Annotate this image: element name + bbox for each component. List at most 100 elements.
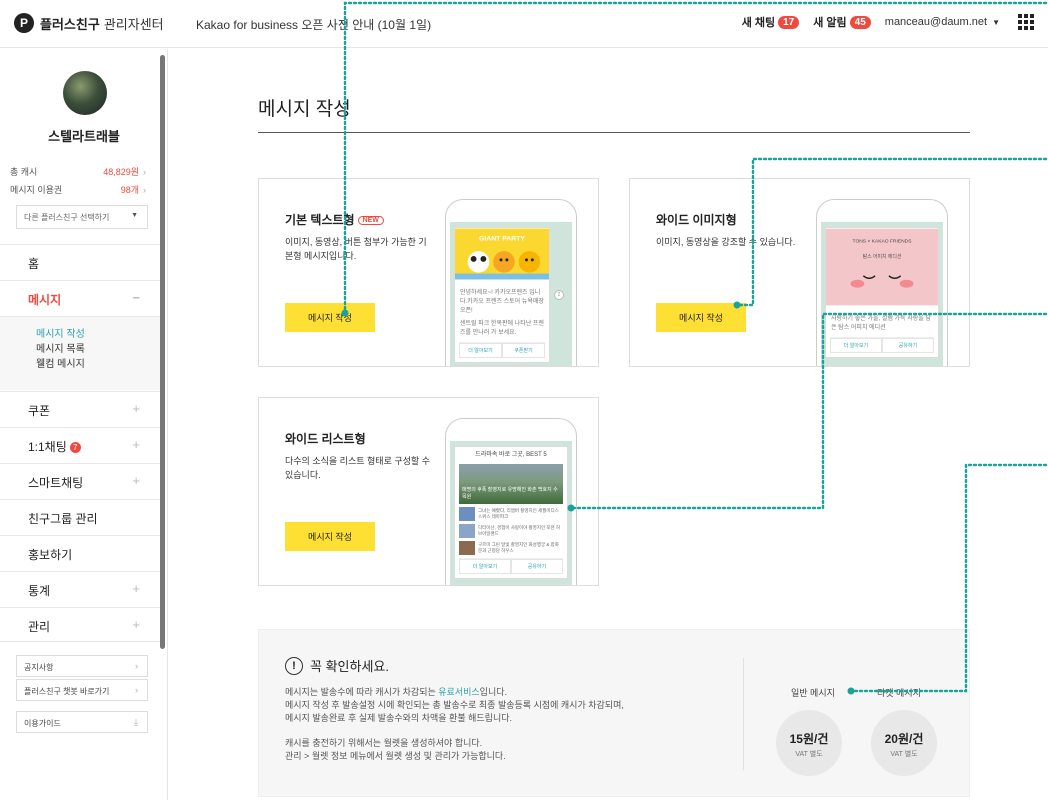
sidebar-item-label: 친구그룹 관리 bbox=[28, 512, 98, 526]
phone-screen: TONS × KAKAO FRIENDS 탐스 어피치 에디션 사랑하기 좋은 … bbox=[821, 222, 943, 366]
card-title: 와이드 리스트형 bbox=[285, 432, 366, 446]
voucher-value: 98개 bbox=[120, 185, 139, 195]
sidebar-item-label: 홈 bbox=[28, 257, 40, 271]
preview-buttons: 더 알아보기 공유하기 bbox=[830, 337, 934, 353]
preview-button-1: 더 알아보기 bbox=[830, 338, 882, 353]
guide-button-label: 이용가이드 bbox=[24, 719, 61, 728]
list-item-text: 닥터이산, 경험이 사랑이야 촬영지인 포천 허브아일랜드 bbox=[478, 525, 561, 536]
top-header: P 플러스친구 관리자센터 Kakao for business 오픈 사전 안… bbox=[0, 0, 1048, 48]
notice-button[interactable]: 공지사항 › bbox=[16, 655, 148, 677]
new-alert-count-badge: 45 bbox=[849, 15, 871, 29]
list-item-thumbnail bbox=[459, 541, 475, 555]
voucher-stat[interactable]: 메시지 이용권 98개 › bbox=[10, 183, 146, 196]
general-vat: VAT 별도 bbox=[795, 751, 823, 758]
voucher-label: 메시지 이용권 bbox=[10, 185, 63, 195]
sidebar-item-promote[interactable]: 홍보하기 bbox=[0, 535, 160, 570]
preview-hero-caption: 매명의 후폭 촬영지로 유명해진 화촌 백호지 수목원 bbox=[462, 487, 558, 500]
sidebar-item-friend-group[interactable]: 친구그룹 관리 bbox=[0, 499, 160, 534]
preview-text-1: 안녕하세요~! 카카오프렌즈 입니다.카카오 프렌즈 스토어 뉴욕매장 오픈! bbox=[460, 290, 544, 314]
compose-wide-image-button[interactable]: 메시지 작성 bbox=[656, 303, 746, 332]
list-item-thumbnail bbox=[459, 524, 475, 538]
list-item-text: 구르미 그린 달빛 촬영지인 화성행궁 & 함화문과 근정당 하우스 bbox=[478, 542, 559, 553]
preview-text-2: 센트럴 파크 한복판에 나타난 프렌즈를 만나러 가 보세요. bbox=[460, 321, 544, 336]
notice-text: 메시지는 발송수에 따라 캐시가 차감되는 bbox=[285, 687, 439, 697]
preview-message: TONS × KAKAO FRIENDS 탐스 어피치 에디션 사랑하기 좋은 … bbox=[825, 227, 939, 358]
expand-icon: + bbox=[132, 617, 140, 632]
notice-heading: ! 꼭 확인하세요. bbox=[285, 656, 389, 675]
sidebar-item-label: 홍보하기 bbox=[28, 548, 73, 562]
preview-banner-image: TONS × KAKAO FRIENDS 탐스 어피치 에디션 bbox=[826, 228, 938, 306]
preview-text-1: 사랑하기 좋은 가을, 설렘 가득 사랑을 담은 탐스 어피치 에디션 bbox=[831, 316, 931, 331]
notice-button-label: 공지사항 bbox=[24, 663, 54, 672]
notice-box: ! 꼭 확인하세요. 메시지는 발송수에 따라 캐시가 차감되는 유료서비스입니… bbox=[258, 629, 970, 797]
notice-line-2: 메시지 작성 후 발송설정 시에 확인되는 총 발송수로 최종 발송등록 시점에… bbox=[285, 700, 624, 710]
friend-select-dropdown[interactable]: 다른 플러스친구 선택하기 ▼ bbox=[16, 205, 148, 229]
notice-text: 입니다. bbox=[479, 687, 508, 697]
preview-buttons: 더 알아보기 쿠폰받기 bbox=[459, 342, 545, 358]
card-description: 이미지, 동영상을 강조할 수 있습니다. bbox=[656, 237, 796, 247]
preview-banner-image: GIANT PARTY bbox=[455, 228, 549, 280]
notice-line-4: 캐시를 충전하기 위해서는 월렛을 생성하셔야 합니다. bbox=[285, 738, 483, 748]
notice-line-3: 메시지 발송완료 후 실제 발송수와의 차액을 환불 해드립니다. bbox=[285, 713, 513, 723]
sidebar-item-home[interactable]: 홈 bbox=[0, 244, 160, 279]
submenu-item-welcome[interactable]: 웰컴 메시지 bbox=[36, 357, 160, 372]
preview-hero-image: 매명의 후폭 촬영지로 유명해진 화촌 백호지 수목원 bbox=[459, 464, 563, 504]
preview-banner-text: TONS × KAKAO FRIENDS bbox=[853, 238, 913, 244]
account-email: manceau@daum.net bbox=[884, 16, 988, 28]
expand-icon: + bbox=[132, 581, 140, 596]
compose-basic-button[interactable]: 메시지 작성 bbox=[285, 303, 375, 332]
collapse-icon: − bbox=[132, 290, 140, 305]
expand-icon: + bbox=[132, 401, 140, 416]
chevron-right-icon: › bbox=[135, 685, 138, 695]
sidebar-item-message[interactable]: 메시지 − bbox=[0, 280, 160, 315]
guide-download-button[interactable]: 이용가이드 ⤓ bbox=[16, 711, 148, 733]
expand-icon: + bbox=[132, 437, 140, 452]
chat-notification-dot: 7 bbox=[69, 442, 81, 453]
title-divider bbox=[258, 132, 970, 133]
app-grid-icon[interactable] bbox=[1018, 14, 1034, 30]
chevron-right-icon: › bbox=[135, 661, 138, 671]
account-dropdown[interactable]: manceau@daum.net ▼ bbox=[885, 16, 1000, 28]
page-title: 메시지 작성 bbox=[258, 99, 351, 120]
chevron-right-icon: › bbox=[143, 167, 146, 177]
submenu-item-list[interactable]: 메시지 목록 bbox=[36, 342, 160, 357]
new-alert-button[interactable]: 새 알림 45 bbox=[813, 14, 871, 30]
target-message-label: 타겟 메시지 bbox=[877, 688, 921, 698]
preview-button-1: 더 알아보기 bbox=[459, 343, 502, 358]
paid-service-link[interactable]: 유료서비스 bbox=[438, 687, 479, 697]
card-description: 이미지, 동영상, 버튼 첨부가 가능한 기본형 메시지입니다. bbox=[285, 237, 427, 261]
phone-preview: 드라마속 바로 그곳, BEST 5 매명의 후폭 촬영지로 유명해진 화촌 백… bbox=[445, 418, 577, 585]
new-badge: NEW bbox=[357, 216, 384, 225]
submenu-item-compose[interactable]: 메시지 작성 bbox=[36, 327, 160, 342]
exclamation-icon: ! bbox=[285, 656, 303, 675]
header-notice-link[interactable]: Kakao for business 오픈 사전 안내 (10월 1일) bbox=[196, 16, 431, 33]
sidebar-item-stats[interactable]: 통계 + bbox=[0, 571, 160, 606]
phone-screen: 드라마속 바로 그곳, BEST 5 매명의 후폭 촬영지로 유명해진 화촌 백… bbox=[450, 441, 572, 585]
card-wide-list: 와이드 리스트형 다수의 소식을 리스트 형태로 구성할 수 있습니다. 메시지… bbox=[258, 397, 599, 586]
logo[interactable]: P 플러스친구 관리자센터 bbox=[14, 13, 164, 33]
cash-stat[interactable]: 총 캐시 48,829원 › bbox=[10, 165, 146, 178]
download-icon: ⤓ bbox=[134, 717, 138, 727]
card-title: 와이드 이미지형 bbox=[656, 213, 737, 227]
general-price-badge: 15원/건 VAT 별도 bbox=[776, 710, 842, 776]
sidebar-item-manage[interactable]: 관리 + bbox=[0, 607, 160, 642]
preview-button-1: 더 알아보기 bbox=[459, 559, 511, 574]
sidebar-item-smart-chat[interactable]: 스마트채팅 + bbox=[0, 463, 160, 498]
plusfriend-logo-icon: P bbox=[14, 13, 34, 33]
compose-wide-list-button[interactable]: 메시지 작성 bbox=[285, 522, 375, 551]
avatar bbox=[63, 71, 107, 115]
sidebar-item-chat[interactable]: 1:1채팅 7 + bbox=[0, 427, 160, 462]
card-title: 기본 텍스트형 NEW bbox=[285, 211, 384, 228]
sidebar-item-coupon[interactable]: 쿠폰 + bbox=[0, 391, 160, 426]
chevron-down-icon: ▼ bbox=[992, 18, 1000, 27]
chatbot-button-label: 플러스친구 챗봇 바로가기 bbox=[24, 687, 110, 696]
new-chat-button[interactable]: 새 채팅 17 bbox=[742, 14, 800, 30]
preview-buttons: 더 알아보기 공유하기 bbox=[459, 558, 563, 574]
preview-message: 드라마속 바로 그곳, BEST 5 매명의 후폭 촬영지로 유명해진 화촌 백… bbox=[454, 446, 568, 579]
friend-select-label: 다른 플러스친구 선택하기 bbox=[24, 213, 110, 222]
target-price: 20원/건 bbox=[884, 732, 924, 746]
brand-name: 플러스친구 bbox=[40, 16, 100, 32]
target-vat: VAT 별도 bbox=[890, 751, 918, 758]
brand-subtitle: 관리자센터 bbox=[103, 16, 164, 32]
chatbot-link-button[interactable]: 플러스친구 챗봇 바로가기 › bbox=[16, 679, 148, 701]
